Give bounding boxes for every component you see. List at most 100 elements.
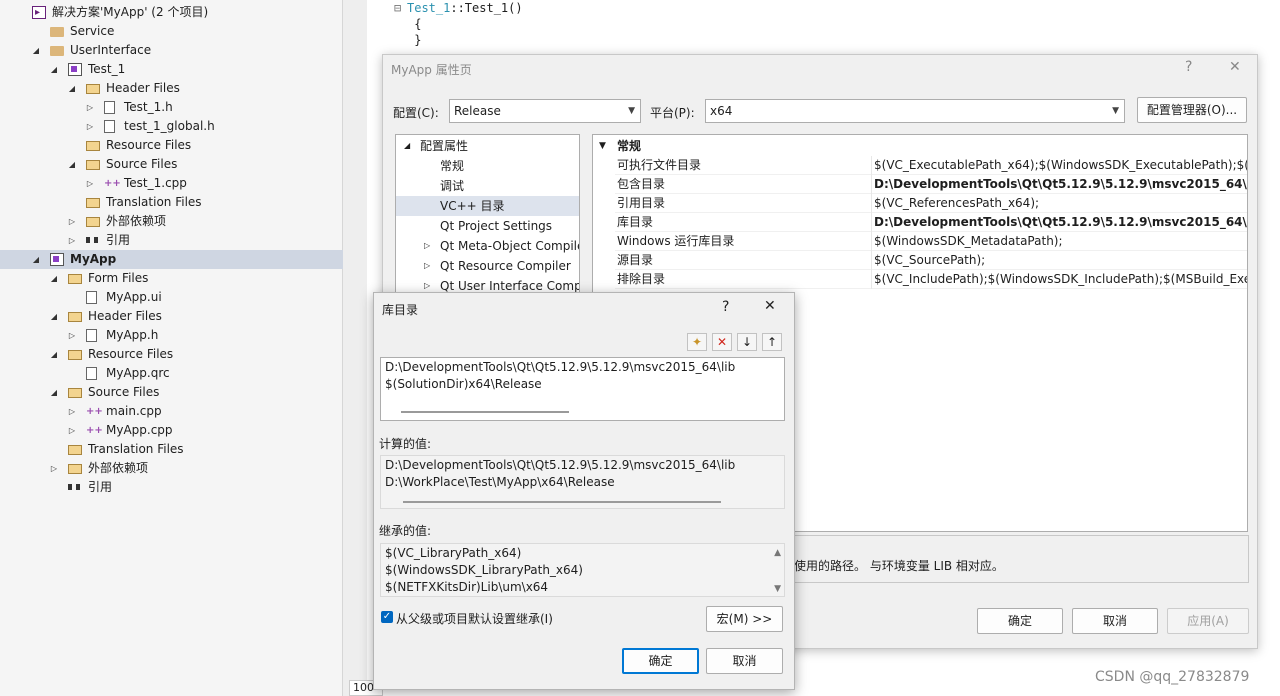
expand-icon[interactable]: ▷ <box>66 231 78 250</box>
collapse-icon[interactable]: ◢ <box>48 307 60 326</box>
property-tree-item[interactable]: 常规 <box>396 156 579 176</box>
config-select[interactable]: Release ▼ <box>449 99 641 123</box>
property-tree-item[interactable]: ▷ Qt Meta-Object Compiler <box>396 236 579 256</box>
property-row[interactable]: 排除目录 $(VC_IncludePath);$(WindowsSDK_Inclu… <box>615 270 1247 289</box>
expand-icon[interactable]: ▷ <box>424 256 430 276</box>
horizontal-scrollbar[interactable] <box>401 411 569 413</box>
horizontal-scrollbar[interactable] <box>403 501 721 503</box>
delete-icon[interactable]: ✕ <box>712 333 732 351</box>
tree-item[interactable]: ▷ Test_1.h <box>0 98 343 117</box>
tree-item[interactable]: ▷ 外部依赖项 <box>0 459 343 478</box>
macro-button[interactable]: 宏(M) >> <box>706 606 783 632</box>
tree-item[interactable]: ◢ Header Files <box>0 307 343 326</box>
close-icon[interactable]: ✕ <box>1229 59 1241 75</box>
tree-item[interactable]: ▷ 外部依赖项 <box>0 212 343 231</box>
grid-category[interactable]: ▼ 常规 <box>593 137 1247 156</box>
tree-item[interactable]: ▷ ++ main.cpp <box>0 402 343 421</box>
expand-icon[interactable]: ▷ <box>66 326 78 345</box>
property-value[interactable]: D:\DevelopmentTools\Qt\Qt5.12.9\5.12.9\m… <box>871 175 1247 194</box>
expand-icon[interactable]: ▷ <box>84 98 96 117</box>
tree-item-label: Source Files <box>88 385 160 399</box>
library-values-editor[interactable]: D:\DevelopmentTools\Qt\Qt5.12.9\5.12.9\m… <box>380 357 785 421</box>
tree-item[interactable]: 解决方案'MyApp' (2 个项目) <box>0 3 343 22</box>
collapse-icon[interactable]: ◢ <box>48 345 60 364</box>
tree-item[interactable]: Resource Files <box>0 136 343 155</box>
tree-item-label: 外部依赖项 <box>88 461 149 475</box>
expand-icon[interactable]: ▷ <box>84 117 96 136</box>
ok-button[interactable]: 确定 <box>977 608 1063 634</box>
tree-item[interactable]: ◢ Header Files <box>0 79 343 98</box>
property-tree-item[interactable]: ▷ Qt Resource Compiler <box>396 256 579 276</box>
config-manager-button[interactable]: 配置管理器(O)... <box>1137 97 1247 123</box>
collapse-icon[interactable]: ◢ <box>48 60 60 79</box>
tree-item[interactable]: ▷ MyApp.h <box>0 326 343 345</box>
tree-item[interactable]: ◢ Resource Files <box>0 345 343 364</box>
tree-item[interactable]: MyApp.ui <box>0 288 343 307</box>
scroll-up-icon[interactable]: ▲ <box>774 548 781 558</box>
tree-item[interactable]: ▷ ++ Test_1.cpp <box>0 174 343 193</box>
new-line-icon[interactable]: ✦ <box>687 333 707 351</box>
property-tree-item[interactable]: VC++ 目录 <box>396 196 579 216</box>
property-row[interactable]: 源目录 $(VC_SourcePath); <box>615 251 1247 270</box>
tree-item[interactable]: 引用 <box>0 478 343 497</box>
collapse-icon[interactable]: ◢ <box>404 136 410 156</box>
property-value[interactable]: $(VC_IncludePath);$(WindowsSDK_IncludePa… <box>871 270 1247 289</box>
tree-item-label: Test_1.h <box>124 100 173 114</box>
help-icon[interactable]: ? <box>1185 59 1192 75</box>
tree-item[interactable]: ◢ Test_1 <box>0 60 343 79</box>
move-down-icon[interactable]: ↓ <box>737 333 757 351</box>
property-value[interactable]: $(VC_ExecutablePath_x64);$(WindowsSDK_Ex… <box>871 156 1247 175</box>
tree-item[interactable]: ▷ ++ MyApp.cpp <box>0 421 343 440</box>
tree-item-label: Translation Files <box>106 195 202 209</box>
property-row[interactable]: Windows 运行库目录 $(WindowsSDK_MetadataPath); <box>615 232 1247 251</box>
expand-icon[interactable]: ▷ <box>48 459 60 478</box>
property-tree-item[interactable]: ◢ 配置属性 <box>396 136 579 156</box>
collapse-icon[interactable]: ◢ <box>48 383 60 402</box>
expand-icon[interactable]: ▷ <box>66 212 78 231</box>
property-value[interactable]: $(VC_ReferencesPath_x64); <box>871 194 1247 213</box>
property-row[interactable]: 库目录 D:\DevelopmentTools\Qt\Qt5.12.9\5.12.… <box>615 213 1247 232</box>
move-up-icon[interactable]: ↑ <box>762 333 782 351</box>
tree-item[interactable]: ◢ UserInterface <box>0 41 343 60</box>
property-tree-item[interactable]: Qt Project Settings <box>396 216 579 236</box>
property-value[interactable]: $(WindowsSDK_MetadataPath); <box>871 232 1247 251</box>
tree-item[interactable]: ▷ test_1_global.h <box>0 117 343 136</box>
tree-item[interactable]: ▷ 引用 <box>0 231 343 250</box>
inherited-path-line: $(NETFXKitsDir)Lib\um\x64 <box>385 580 549 594</box>
tree-item[interactable]: ◢ Form Files <box>0 269 343 288</box>
collapse-icon[interactable]: ◢ <box>30 250 42 269</box>
collapse-icon[interactable]: ⊟ <box>394 0 401 16</box>
tree-item[interactable]: MyApp.qrc <box>0 364 343 383</box>
tree-item[interactable]: ◢ Source Files <box>0 383 343 402</box>
tree-item-label: Test_1 <box>88 62 126 76</box>
scroll-down-icon[interactable]: ▼ <box>774 584 781 594</box>
property-row[interactable]: 包含目录 D:\DevelopmentTools\Qt\Qt5.12.9\5.12… <box>615 175 1247 194</box>
lib-ok-button[interactable]: 确定 <box>622 648 699 674</box>
collapse-icon[interactable]: ◢ <box>48 269 60 288</box>
property-row[interactable]: 引用目录 $(VC_ReferencesPath_x64); <box>615 194 1247 213</box>
collapse-icon[interactable]: ◢ <box>66 155 78 174</box>
inherit-checkbox[interactable]: ✓ <box>381 611 393 623</box>
tree-item[interactable]: Translation Files <box>0 440 343 459</box>
property-value[interactable]: $(VC_SourcePath); <box>871 251 1247 270</box>
close-icon[interactable]: ✕ <box>764 298 776 314</box>
expand-icon[interactable]: ▷ <box>84 174 96 193</box>
property-tree-item[interactable]: 调试 <box>396 176 579 196</box>
tree-item[interactable]: Translation Files <box>0 193 343 212</box>
collapse-icon[interactable]: ◢ <box>66 79 78 98</box>
expand-icon[interactable]: ▷ <box>66 402 78 421</box>
platform-select[interactable]: x64 ▼ <box>705 99 1125 123</box>
help-icon[interactable]: ? <box>722 299 729 315</box>
lib-cancel-button[interactable]: 取消 <box>706 648 783 674</box>
tree-item[interactable]: ◢ Source Files <box>0 155 343 174</box>
expand-icon[interactable]: ▷ <box>66 421 78 440</box>
tree-item[interactable]: Service <box>0 22 343 41</box>
tree-item[interactable]: ◢ MyApp <box>0 250 343 269</box>
expand-icon[interactable]: ▷ <box>424 236 430 256</box>
code-editor[interactable]: ⊟ Test_1::Test_1() { } <box>367 0 1280 55</box>
collapse-icon[interactable]: ◢ <box>30 41 42 60</box>
cancel-button[interactable]: 取消 <box>1072 608 1158 634</box>
property-row[interactable]: 可执行文件目录 $(VC_ExecutablePath_x64);$(Window… <box>615 156 1247 175</box>
apply-button[interactable]: 应用(A) <box>1167 608 1249 634</box>
property-value[interactable]: D:\DevelopmentTools\Qt\Qt5.12.9\5.12.9\m… <box>871 213 1247 232</box>
